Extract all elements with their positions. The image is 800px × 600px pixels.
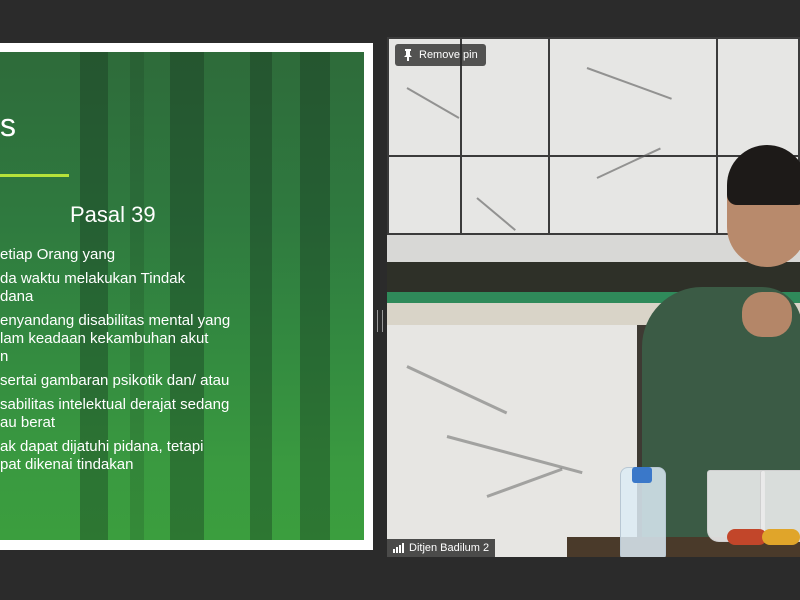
panel-resize-handle[interactable] (377, 310, 383, 332)
bullet-item: ak dapat dijatuhi pidana, tetapi pat dik… (0, 438, 204, 473)
signal-bars-icon (393, 543, 404, 553)
shared-screen-panel: s Pasal 39 etiap Orang yang da waktu mel… (0, 43, 373, 550)
food-item (727, 529, 767, 545)
remove-pin-label: Remove pin (419, 49, 478, 61)
bullet-list: etiap Orang yang da waktu melakukan Tind… (0, 246, 285, 480)
title-underline (0, 174, 69, 177)
bullet-item: sertai gambaran psikotik dan/ atau (0, 372, 230, 389)
presentation-slide: s Pasal 39 etiap Orang yang da waktu mel… (0, 52, 364, 540)
participant-name: Ditjen Badilum 2 (409, 542, 490, 554)
bullet-item: da waktu melakukan Tindak dana (0, 270, 186, 305)
bullet-item: etiap Orang yang (0, 246, 116, 263)
participant-name-tag: Ditjen Badilum 2 (387, 539, 496, 557)
bullet-item: enyandang disabilitas mental yang lam ke… (0, 312, 231, 365)
speaker-hand (742, 292, 792, 337)
slide-subtitle: Pasal 39 (70, 202, 156, 227)
food-item (762, 529, 800, 545)
pinned-video-tile[interactable]: Remove pin Ditjen Badilum 2 (387, 37, 800, 557)
slide-title: s (0, 107, 16, 143)
bullet-item: sabilitas intelektual derajat sedang au … (0, 396, 230, 431)
marble-panel (387, 325, 637, 557)
pin-icon (404, 49, 412, 61)
bottle-cap (632, 467, 652, 483)
remove-pin-button[interactable]: Remove pin (395, 44, 486, 66)
